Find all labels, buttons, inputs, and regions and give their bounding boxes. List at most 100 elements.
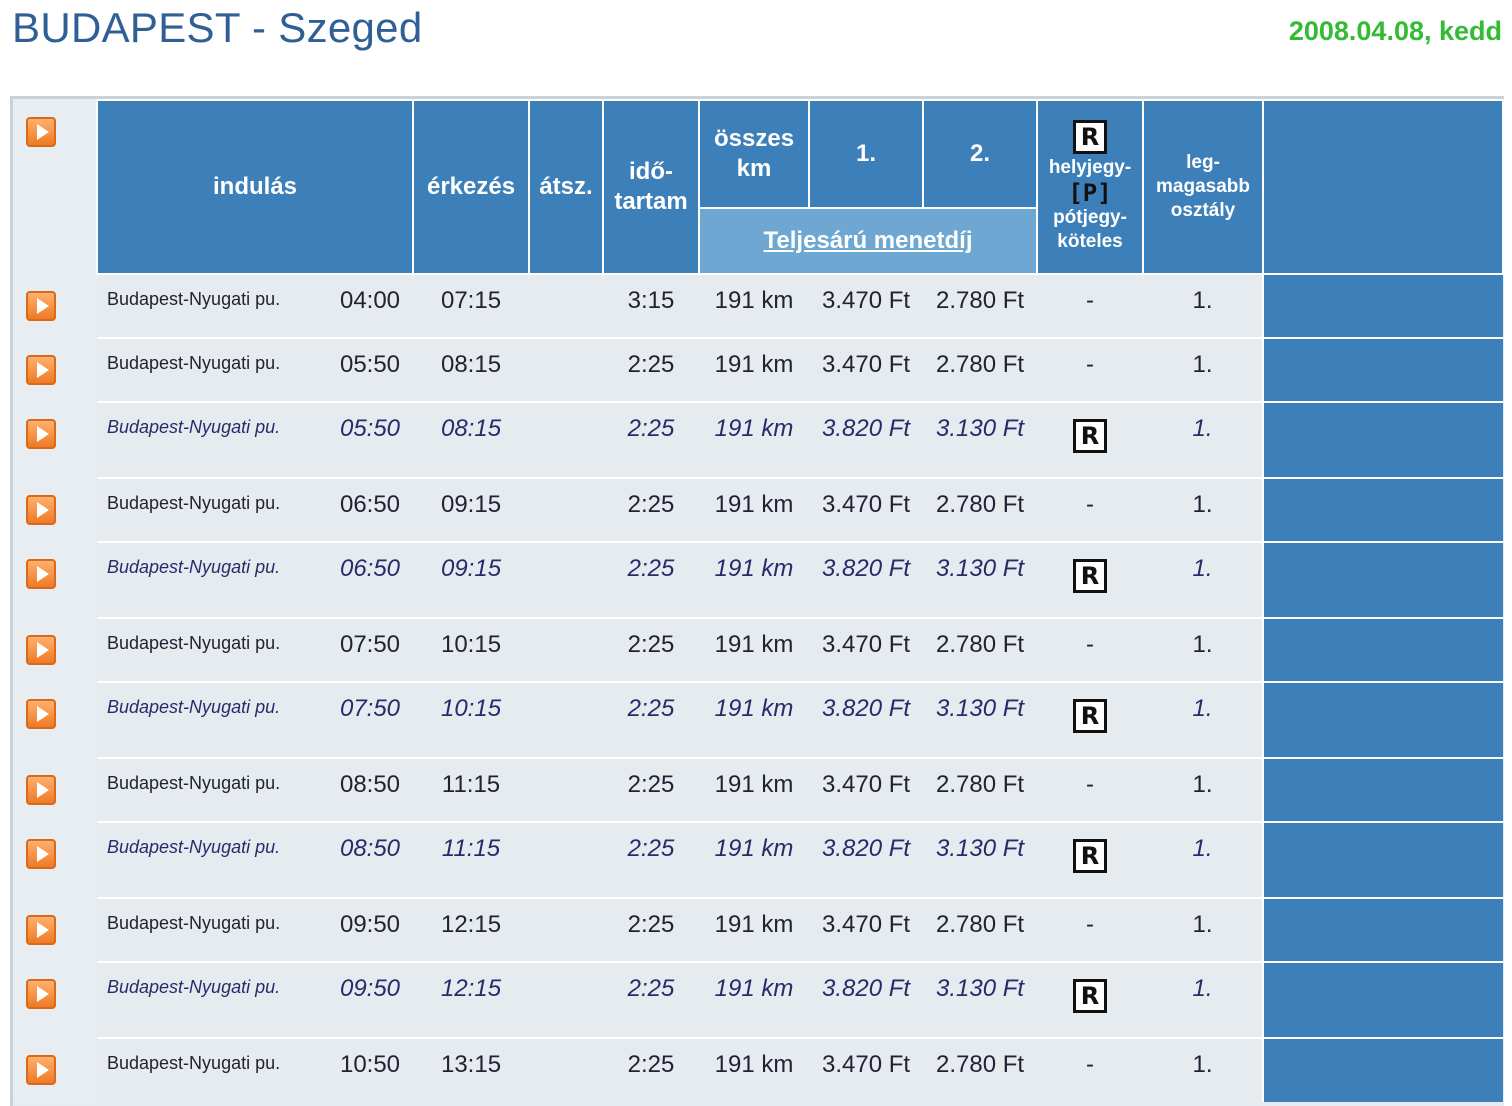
play-row-icon[interactable]	[26, 635, 56, 665]
arrival-cell: 11:15	[413, 757, 530, 822]
reservation-r-icon: R	[1073, 559, 1108, 593]
travel-date: 2008.04.08, kedd	[1288, 16, 1502, 46]
highest-class-cell: 1.	[1143, 477, 1264, 542]
duration-cell: 2:25	[603, 617, 700, 682]
transfer-cell	[529, 961, 604, 1038]
col-osszes-line2: km	[736, 155, 772, 182]
row-action-cell	[1262, 617, 1504, 682]
highest-class-cell: 1.	[1143, 401, 1264, 478]
price-class2-cell: 3.130 Ft	[923, 401, 1038, 478]
row-action-cell	[1262, 273, 1504, 338]
col-class2: 2.	[922, 99, 1039, 209]
play-all-icon[interactable]	[26, 117, 56, 147]
play-row-icon[interactable]	[26, 291, 56, 321]
reservation-cell: R	[1037, 681, 1144, 758]
price-class1-cell: 3.820 Ft	[809, 821, 924, 898]
departure-cell: 08:50	[327, 757, 414, 822]
highest-class-cell: 1.	[1143, 757, 1264, 822]
col-leg-line1: leg-	[1186, 152, 1220, 173]
duration-cell: 2:25	[603, 681, 700, 758]
reservation-r-icon: R	[1073, 120, 1108, 154]
row-action-cell	[1262, 961, 1504, 1038]
row-action-cell	[1262, 337, 1504, 402]
table-row[interactable]: Budapest-Nyugati pu. 08:50 11:15 2:25 191 km…	[97, 821, 1504, 898]
highest-class-cell: 1.	[1143, 273, 1264, 338]
col-potjegy-line: pótjegy-	[1053, 207, 1127, 228]
arrival-cell: 08:15	[413, 337, 530, 402]
highest-class-cell: 1.	[1143, 337, 1264, 402]
duration-cell: 2:25	[603, 961, 700, 1038]
play-row-icon[interactable]	[26, 915, 56, 945]
departure-cell: 06:50	[327, 541, 414, 618]
reservation-cell: -	[1037, 757, 1144, 822]
row-action-cell	[1262, 541, 1504, 618]
price-class1-cell: 3.820 Ft	[809, 541, 924, 618]
reservation-cell: -	[1037, 273, 1144, 338]
play-row-icon[interactable]	[26, 839, 56, 869]
table-row[interactable]: Budapest-Nyugati pu. 04:00 07:15 3:15 191 km…	[97, 273, 1504, 338]
teljesaru-menetdij-link[interactable]: Teljesárú menetdíj	[698, 207, 1039, 275]
duration-cell: 2:25	[603, 757, 700, 822]
table-row[interactable]: Budapest-Nyugati pu. 10:50 13:15 2:25 191 km…	[97, 1037, 1504, 1102]
departure-cell: 09:50	[327, 961, 414, 1038]
price-class2-cell: 3.130 Ft	[923, 681, 1038, 758]
distance-cell: 191 km	[699, 477, 810, 542]
col-helyjegy-line1: helyjegy-	[1048, 157, 1132, 178]
play-row-icon[interactable]	[26, 559, 56, 589]
price-class1-cell: 3.820 Ft	[809, 401, 924, 478]
arrival-cell: 12:15	[413, 897, 530, 962]
table-row[interactable]: Budapest-Nyugati pu. 07:50 10:15 2:25 191 km…	[97, 617, 1504, 682]
table-row[interactable]: Budapest-Nyugati pu. 08:50 11:15 2:25 191 km…	[97, 757, 1504, 822]
duration-cell: 2:25	[603, 337, 700, 402]
duration-cell: 2:25	[603, 401, 700, 478]
play-row-icon[interactable]	[26, 979, 56, 1009]
play-row-icon[interactable]	[26, 1055, 56, 1085]
transfer-cell	[529, 401, 604, 478]
arrival-cell: 11:15	[413, 821, 530, 898]
station-cell: Budapest-Nyugati pu.	[97, 337, 327, 402]
reservation-cell: R	[1037, 961, 1144, 1038]
station-cell: Budapest-Nyugati pu.	[97, 681, 327, 758]
price-class1-cell: 3.820 Ft	[809, 681, 924, 758]
row-action-cell	[1262, 897, 1504, 962]
col-helyjegy: R helyjegy- [P] pótjegy- köteles	[1036, 99, 1145, 275]
price-class1-cell: 3.470 Ft	[809, 1037, 924, 1102]
play-row-icon[interactable]	[26, 495, 56, 525]
timetable: indulás érkezés átsz. idő- tartam összes…	[95, 99, 1505, 1102]
play-row-icon[interactable]	[26, 355, 56, 385]
station-cell: Budapest-Nyugati pu.	[97, 897, 327, 962]
station-cell: Budapest-Nyugati pu.	[97, 273, 327, 338]
table-row[interactable]: Budapest-Nyugati pu. 09:50 12:15 2:25 191 km…	[97, 961, 1504, 1038]
table-row[interactable]: Budapest-Nyugati pu. 06:50 09:15 2:25 191 km…	[97, 541, 1504, 618]
table-row[interactable]: Budapest-Nyugati pu. 05:50 08:15 2:25 191 km…	[97, 401, 1504, 478]
station-cell: Budapest-Nyugati pu.	[97, 541, 327, 618]
arrival-cell: 07:15	[413, 273, 530, 338]
price-class2-cell: 2.780 Ft	[923, 273, 1038, 338]
distance-cell: 191 km	[699, 821, 810, 898]
col-idotartam-line2: tartam	[614, 188, 688, 215]
play-row-icon[interactable]	[26, 775, 56, 805]
transfer-cell	[529, 617, 604, 682]
table-row[interactable]: Budapest-Nyugati pu. 09:50 12:15 2:25 191 km…	[97, 897, 1504, 962]
reservation-cell: -	[1037, 617, 1144, 682]
transfer-cell	[529, 681, 604, 758]
station-cell: Budapest-Nyugati pu.	[97, 477, 327, 542]
highest-class-cell: 1.	[1143, 681, 1264, 758]
col-indulas: indulás	[95, 99, 415, 275]
table-row[interactable]: Budapest-Nyugati pu. 07:50 10:15 2:25 191 km…	[97, 681, 1504, 758]
distance-cell: 191 km	[699, 757, 810, 822]
col-leg-line2: magasabb	[1156, 176, 1250, 197]
table-row[interactable]: Budapest-Nyugati pu. 06:50 09:15 2:25 191 km…	[97, 477, 1504, 542]
price-class2-cell: 2.780 Ft	[923, 897, 1038, 962]
highest-class-cell: 1.	[1143, 961, 1264, 1038]
departure-cell: 04:00	[327, 273, 414, 338]
price-class2-cell: 2.780 Ft	[923, 617, 1038, 682]
arrival-cell: 12:15	[413, 961, 530, 1038]
highest-class-cell: 1.	[1143, 541, 1264, 618]
play-row-icon[interactable]	[26, 699, 56, 729]
col-idotartam: idő- tartam	[602, 99, 701, 275]
table-row[interactable]: Budapest-Nyugati pu. 05:50 08:15 2:25 191 km…	[97, 337, 1504, 402]
price-class1-cell: 3.470 Ft	[809, 757, 924, 822]
play-row-icon[interactable]	[26, 419, 56, 449]
highest-class-cell: 1.	[1143, 617, 1264, 682]
